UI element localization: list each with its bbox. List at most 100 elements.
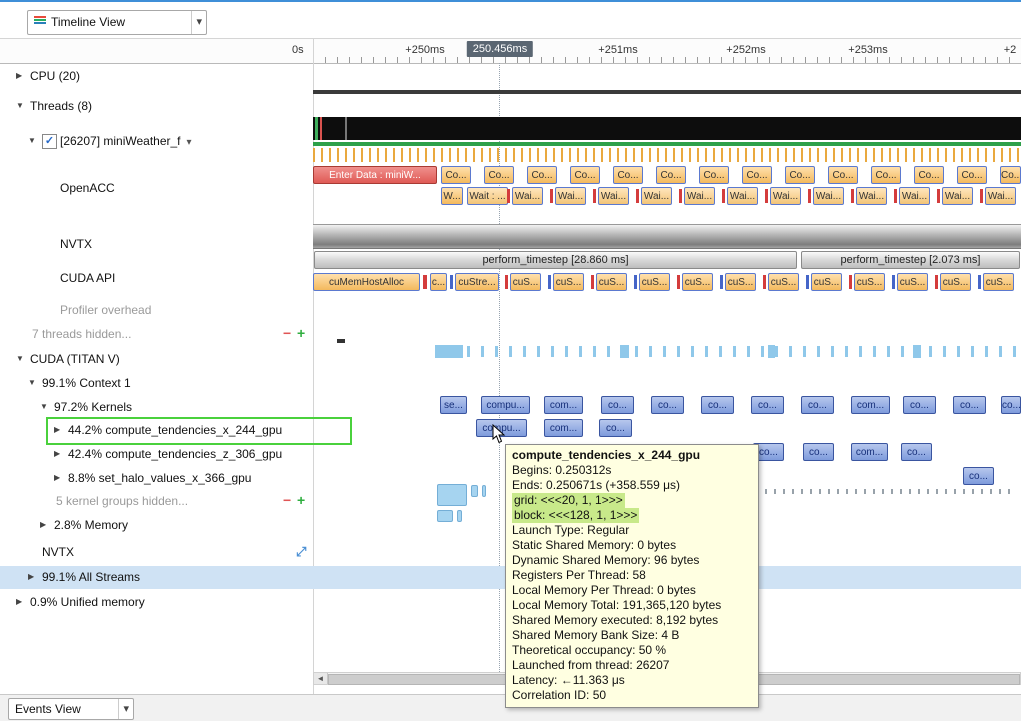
kernel-block[interactable]: co...: [963, 467, 994, 485]
cuda-api-block[interactable]: [450, 275, 453, 289]
kernel-block[interactable]: com...: [544, 419, 583, 437]
openacc-block[interactable]: Co...: [828, 166, 858, 184]
openacc-wait-block[interactable]: [679, 189, 682, 203]
kernel-block[interactable]: co...: [803, 443, 834, 461]
openacc-wait-block[interactable]: [894, 189, 897, 203]
openacc-wait-block[interactable]: Wai...: [641, 187, 672, 205]
timeline-view-selector[interactable]: Timeline View ▾: [27, 10, 207, 35]
nvtx-range[interactable]: perform_timestep [2.073 ms]: [801, 251, 1020, 269]
gpu-activity-block[interactable]: [435, 345, 463, 358]
kernel-block[interactable]: com...: [544, 396, 583, 414]
cuda-api-block[interactable]: cuS...: [725, 273, 756, 291]
gpu-activity-block[interactable]: [913, 345, 921, 358]
cuda-api-block[interactable]: [720, 275, 723, 289]
timeline-ruler[interactable]: 0s +250ms+251ms+252ms+253ms+2 250.456ms: [0, 39, 1021, 64]
sidebar-item-kernels[interactable]: ▼ 97.2% Kernels: [0, 397, 312, 417]
openacc-wait-block[interactable]: [722, 189, 725, 203]
cuda-api-block[interactable]: cuS...: [811, 273, 842, 291]
kernel-block[interactable]: co...: [651, 396, 684, 414]
cuda-api-block[interactable]: [591, 275, 594, 289]
expand-row-icon[interactable]: ⤢: [296, 544, 306, 560]
openacc-wait-block[interactable]: Wai...: [598, 187, 629, 205]
sidebar-item-openacc[interactable]: OpenACC: [0, 178, 312, 198]
openacc-wait-block[interactable]: Wai...: [985, 187, 1016, 205]
chevron-right-icon[interactable]: ▶: [40, 520, 46, 529]
cuda-api-block[interactable]: cuS...: [682, 273, 713, 291]
gpu-activity-block[interactable]: [768, 345, 775, 358]
kernel-block[interactable]: compu...: [481, 396, 530, 414]
openacc-block[interactable]: Co...: [613, 166, 643, 184]
openacc-wait-block[interactable]: Wai...: [555, 187, 586, 205]
cuda-api-block[interactable]: cuStre...: [455, 273, 499, 291]
openacc-wait-block[interactable]: Wai...: [684, 187, 715, 205]
openacc-block[interactable]: Co...: [742, 166, 772, 184]
chevron-right-icon[interactable]: ▶: [16, 597, 22, 606]
nvtx-range[interactable]: perform_timestep [28.860 ms]: [314, 251, 797, 269]
scroll-left-icon[interactable]: ◄: [314, 673, 328, 684]
sidebar-item-all-streams[interactable]: ▶ 99.1% All Streams: [0, 567, 312, 587]
sidebar-item-unified-memory[interactable]: ▶ 0.9% Unified memory: [0, 592, 312, 612]
cuda-api-block[interactable]: cuS...: [897, 273, 928, 291]
openacc-block[interactable]: Enter Data : miniW...: [313, 166, 437, 184]
cuda-api-block[interactable]: cuS...: [940, 273, 971, 291]
kernel-block[interactable]: se...: [440, 396, 467, 414]
thread-visibility-checkbox[interactable]: ✓: [42, 134, 57, 149]
cuda-api-block[interactable]: cuS...: [854, 273, 885, 291]
openacc-block[interactable]: Co...: [656, 166, 686, 184]
kernel-block[interactable]: co...: [953, 396, 986, 414]
cuda-api-block[interactable]: [935, 275, 938, 289]
sidebar-item-compute-tendencies-z[interactable]: ▶ 42.4% compute_tendencies_z_306_gpu: [0, 444, 312, 464]
chevron-right-icon[interactable]: ▶: [16, 71, 22, 80]
openacc-wait-block[interactable]: Wai...: [813, 187, 844, 205]
openacc-wait-block[interactable]: [980, 189, 983, 203]
openacc-wait-block[interactable]: W...: [441, 187, 463, 205]
sidebar-item-cuda-titan-v[interactable]: ▼ CUDA (TITAN V): [0, 349, 312, 369]
openacc-wait-block[interactable]: Wai...: [512, 187, 543, 205]
kernel-block[interactable]: co...: [601, 396, 634, 414]
openacc-wait-block[interactable]: Wai...: [899, 187, 930, 205]
kernel-block[interactable]: co...: [903, 396, 936, 414]
openacc-wait-block[interactable]: [636, 189, 639, 203]
openacc-wait-block[interactable]: Wai...: [770, 187, 801, 205]
cuda-api-block[interactable]: [806, 275, 809, 289]
openacc-wait-block[interactable]: Wai...: [942, 187, 973, 205]
cuda-api-block[interactable]: cuMemHostAlloc: [313, 273, 420, 291]
sidebar-item-threads[interactable]: ▼ Threads (8): [0, 96, 312, 116]
sidebar-item-kernel-groups-hidden[interactable]: 5 kernel groups hidden... − +: [0, 491, 312, 511]
cuda-api-block[interactable]: cuS...: [768, 273, 799, 291]
openacc-block[interactable]: Co...: [484, 166, 514, 184]
kernel-block[interactable]: co...: [801, 396, 834, 414]
openacc-wait-block[interactable]: Wai...: [727, 187, 758, 205]
show-row-icon[interactable]: +: [297, 492, 305, 508]
sidebar-item-set-halo-values[interactable]: ▶ 8.8% set_halo_values_x_366_gpu: [0, 468, 312, 488]
memory-transfer-block[interactable]: [437, 484, 467, 506]
chevron-down-icon[interactable]: ▼: [16, 354, 24, 363]
openacc-wait-block[interactable]: [808, 189, 811, 203]
cuda-api-block[interactable]: cuS...: [983, 273, 1014, 291]
openacc-block[interactable]: Co...: [1000, 166, 1021, 184]
openacc-block[interactable]: Co...: [957, 166, 987, 184]
sidebar-item-nvtx-gpu[interactable]: NVTX ⤢: [0, 542, 312, 562]
sidebar-item-thread-26207[interactable]: ▼ ✓ [26207] miniWeather_f▾: [0, 131, 312, 151]
openacc-wait-block[interactable]: [593, 189, 596, 203]
sidebar-item-memory[interactable]: ▶ 2.8% Memory: [0, 515, 312, 535]
cuda-api-block[interactable]: [423, 275, 427, 289]
chevron-down-icon[interactable]: ▼: [16, 101, 24, 110]
kernel-block[interactable]: com...: [851, 443, 888, 461]
kernel-block[interactable]: co...: [1001, 396, 1021, 414]
cuda-api-block[interactable]: cuS...: [553, 273, 584, 291]
chevron-down-icon[interactable]: ▼: [28, 136, 36, 145]
kernel-block[interactable]: com...: [851, 396, 890, 414]
openacc-block[interactable]: Co...: [871, 166, 901, 184]
openacc-wait-block[interactable]: [937, 189, 940, 203]
openacc-wait-block[interactable]: [765, 189, 768, 203]
thread-state-bar[interactable]: [313, 117, 1021, 140]
openacc-wait-block[interactable]: [851, 189, 854, 203]
cuda-api-block[interactable]: c...: [430, 273, 447, 291]
sidebar-item-profiler-overhead[interactable]: Profiler overhead: [0, 300, 312, 320]
cuda-api-block[interactable]: [634, 275, 637, 289]
openacc-block[interactable]: Co...: [785, 166, 815, 184]
openacc-wait-block[interactable]: [507, 189, 510, 203]
sidebar-item-context-1[interactable]: ▼ 99.1% Context 1: [0, 373, 312, 393]
openacc-block[interactable]: Co...: [570, 166, 600, 184]
